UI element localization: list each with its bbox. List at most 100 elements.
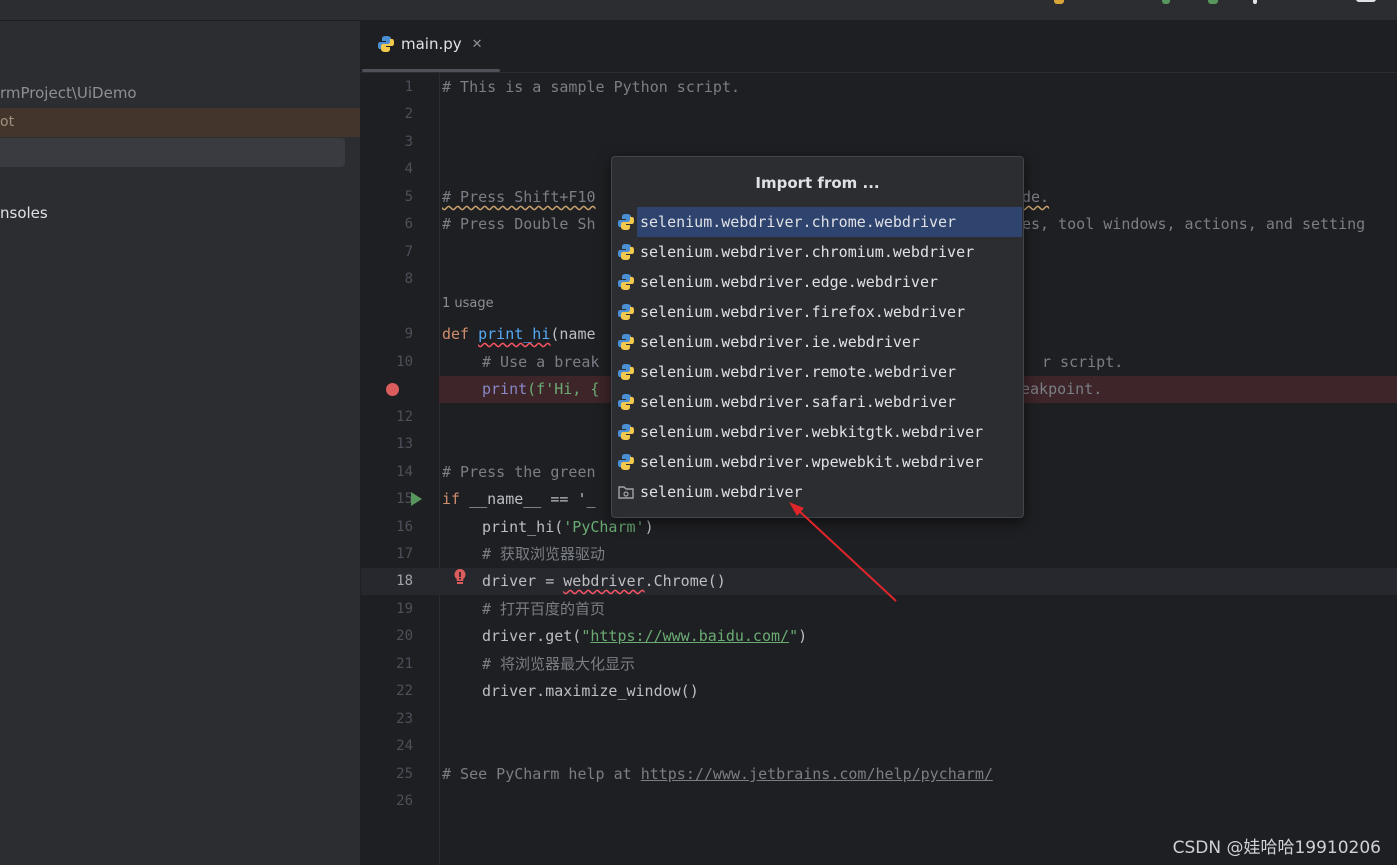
watermark: CSDN @娃哈哈19910206 [1172,838,1381,858]
debug-icon[interactable] [1208,0,1218,4]
error-bulb-icon[interactable] [453,568,467,588]
code-text: driver.maximize_window() [482,682,699,700]
line-number: 7 [404,244,413,260]
code-text: # Press Shift+F10 [442,188,596,206]
import-option-label: selenium.webdriver.chrome.webdriver [640,213,957,231]
line-number: 19 [396,601,413,617]
code-fragment: (f'Hi, { [527,380,600,398]
run-gutter-icon[interactable] [411,492,422,506]
code-line[interactable]: 21 # 将浏览器最大化显示 [361,651,1397,678]
tab-main-py[interactable]: main.py ✕ [377,35,483,53]
import-option-label: selenium.webdriver.remote.webdriver [640,363,957,381]
code-line[interactable]: 24 [361,733,1397,760]
code-text: print_hi('PyCharm') [482,514,654,541]
code-line[interactable]: 23 [361,706,1397,733]
code-text: # Press Double Sh [442,215,596,233]
current-line[interactable]: 18 driver = webdriver.Chrome() [361,568,1397,595]
import-from-popup: Import from ... selenium.webdriver.chrom… [611,156,1024,518]
line-number: 1 [404,79,413,95]
code-line[interactable]: 22 driver.maximize_window() [361,678,1397,705]
import-option[interactable]: selenium.webdriver.firefox.webdriver [612,297,1023,327]
code-text: # Press the green [442,463,596,481]
code-fragment: driver.get( [482,627,582,645]
code-text: # This is a sample Python script. [442,78,741,96]
code-text: driver = webdriver.Chrome() [482,568,726,595]
code-line[interactable]: 16 print_hi('PyCharm') [361,514,1397,541]
url-link[interactable]: https://www.baidu.com/ [590,627,789,645]
code-line[interactable]: 19 # 打开百度的首页 [361,596,1397,623]
breakpoint-icon[interactable] [386,383,399,396]
more-icon[interactable] [1253,0,1257,4]
import-option[interactable]: selenium.webdriver.edge.webdriver [612,267,1023,297]
code-fragment: __name__ == '_ [460,490,596,508]
sidebar-item-consoles[interactable]: nsoles [0,204,48,222]
url-link[interactable]: https://www.jetbrains.com/help/pycharm/ [641,765,993,783]
code-fragment: ( [554,518,564,536]
import-option[interactable]: selenium.webdriver.webkitgtk.webdriver [612,417,1023,447]
python-icon [618,394,634,410]
code-text: # Use a break [482,353,600,371]
run-icon[interactable] [1162,0,1170,4]
line-number: 2 [404,106,413,122]
code-line[interactable]: 17 # 获取浏览器驱动 [361,541,1397,568]
import-option[interactable]: selenium.webdriver.chrome.webdriver [612,207,1023,237]
code-line[interactable]: 1 # This is a sample Python script. [361,74,1397,101]
python-file-icon [378,36,394,52]
tab-label: main.py [401,35,462,53]
import-option[interactable]: selenium.webdriver.remote.webdriver [612,357,1023,387]
line-number: 5 [404,189,413,205]
python-icon [618,274,634,290]
code-text: es, tool windows, actions, and setting [1022,215,1366,233]
python-icon [618,364,634,380]
line-number: 18 [396,573,413,589]
keyword: def [442,325,470,343]
python-icon [618,454,634,470]
line-number: 25 [396,766,413,782]
import-option-label: selenium.webdriver.wpewebkit.webdriver [640,453,984,471]
string-literal: 'PyCharm' [563,518,645,536]
line-number: 23 [396,711,413,727]
line-number: 17 [396,546,413,562]
code-text: def print_hi(name [442,321,596,348]
unresolved-reference[interactable]: webdriver [563,572,644,590]
python-icon [618,244,634,260]
import-option[interactable]: selenium.webdriver [612,477,1023,507]
sidebar-item-selected[interactable] [0,138,345,167]
close-icon[interactable]: ✕ [472,37,483,52]
code-text: # See PyCharm help at https://www.jetbra… [442,761,993,788]
keyword: if [442,490,461,508]
import-option-label: selenium.webdriver.safari.webdriver [640,393,957,411]
popup-title: Import from ... [755,174,880,192]
line-number: 13 [396,436,413,452]
import-option[interactable]: selenium.webdriver.wpewebkit.webdriver [612,447,1023,477]
active-tab-indicator [362,69,500,72]
code-text: # 将浏览器最大化显示 [482,655,636,673]
import-option[interactable]: selenium.webdriver.ie.webdriver [612,327,1023,357]
line-number: 15 [396,491,413,507]
code-text: r script. [1042,353,1124,371]
code-line[interactable]: 26 [361,788,1397,815]
project-path[interactable]: rmProject\UiDemo [0,84,137,102]
sidebar-item-highlighted[interactable]: ot [0,108,360,137]
import-option-label: selenium.webdriver.edge.webdriver [640,273,939,291]
code-line[interactable]: 2 [361,101,1397,128]
account-icon[interactable] [1356,0,1376,2]
code-line[interactable]: 20 driver.get("https://www.baidu.com/") [361,623,1397,650]
line-number: 21 [396,656,413,672]
import-option[interactable]: selenium.webdriver.chromium.webdriver [612,237,1023,267]
code-line[interactable]: 25 # See PyCharm help at https://www.jetb… [361,761,1397,788]
import-option-label: selenium.webdriver.ie.webdriver [640,333,920,351]
python-run-config-icon[interactable] [1054,0,1064,4]
line-number: 8 [404,271,413,287]
package-folder-icon [618,486,634,499]
code-line[interactable]: 3 [361,129,1397,156]
python-icon [618,334,634,350]
code-fragment: ) [644,518,654,536]
code-text: eakpoint. [1021,380,1103,398]
usage-hint[interactable]: 1 usage [442,296,494,311]
line-number: 4 [404,161,413,177]
import-option[interactable]: selenium.webdriver.safari.webdriver [612,387,1023,417]
function-name: print_hi [478,325,551,343]
title-bar [0,0,1397,21]
import-option-label: selenium.webdriver.chromium.webdriver [640,243,975,261]
